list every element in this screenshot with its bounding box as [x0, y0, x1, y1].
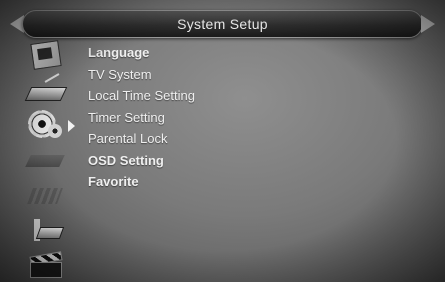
system-setup-menu: Language TV System Local Time Setting Ti… [88, 42, 195, 193]
parental-lock-icon[interactable] [26, 180, 66, 212]
menu-item-favorite[interactable]: Favorite [88, 171, 195, 193]
menu-item-local-time-setting[interactable]: Local Time Setting [88, 85, 195, 107]
selection-pointer-icon [68, 120, 75, 132]
osd-screen: System Setup Language TV System Local Ti… [0, 0, 445, 282]
page-title: System Setup [177, 16, 268, 32]
menu-item-language[interactable]: Language [88, 42, 195, 64]
title-bar: System Setup [0, 6, 445, 40]
osd-icon[interactable] [26, 215, 66, 247]
menu-item-osd-setting[interactable]: OSD Setting [88, 150, 195, 172]
sidebar-icons [24, 40, 75, 282]
settings-gear-icon[interactable] [26, 110, 75, 142]
arrow-right-icon[interactable] [421, 15, 435, 33]
favorite-clapperboard-icon[interactable] [26, 250, 66, 282]
menu-item-timer-setting[interactable]: Timer Setting [88, 107, 195, 129]
timer-icon[interactable] [25, 145, 66, 177]
language-icon[interactable] [26, 40, 66, 72]
menu-item-tv-system[interactable]: TV System [88, 64, 195, 86]
menu-item-parental-lock[interactable]: Parental Lock [88, 128, 195, 150]
tv-system-icon[interactable] [24, 73, 68, 107]
